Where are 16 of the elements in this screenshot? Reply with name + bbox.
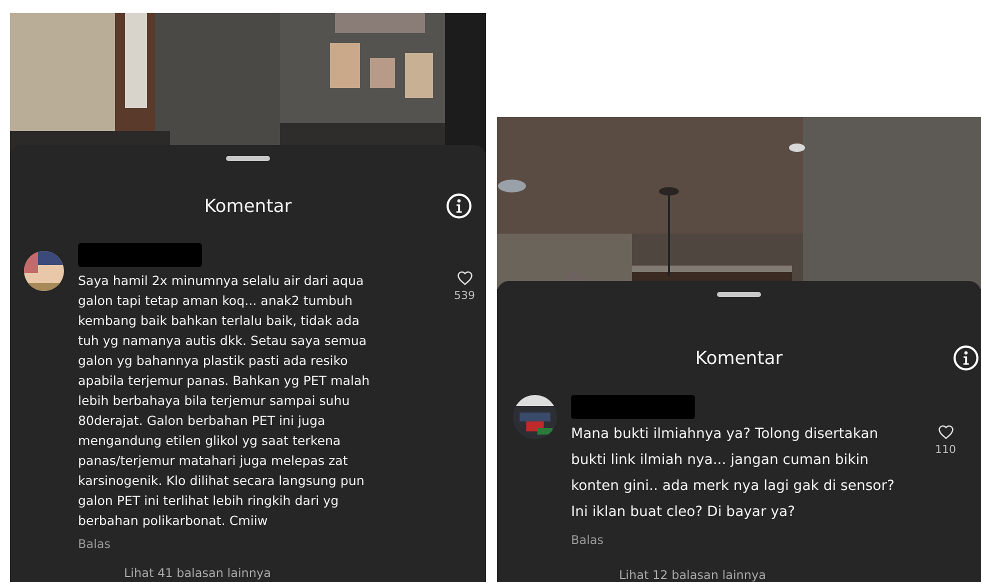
comment-text: Saya hamil 2x minumnya selalu air dari aqua galon tapi tetap aman koq... anak2 tumbuh kembang baik bahkan terlalu baik, tidak ada tuh yg namanya autis dkk. Setau saya semua galon yg bahannya plastik pasti ada resiko apabila terjemur panas. Bahkan yg PET malah lebih berbahaya bila terjemur sampai suhu 80derajat. Galon berbahan PET ini juga mengandung etilen glikol yg saat terkena panas/terjemur matahari juga melepas zat karsinogenik. Klo dilihat secara langsung pun galon PET ini terlihat lebih ringkih dari yg berbahan polikarbonat. Cmiiw: [78, 272, 371, 530]
view-replies-link[interactable]: Lihat 41 balasan lainnya: [124, 566, 271, 580]
comment-text: Mana bukti ilmiahnya ya? Tolong disertakan bukti link ilmiah nya... jangan cuman bikin konten gini.. ada merk nya lagi gak di sensor? Ini iklan buat cleo? Di bayar ya?: [571, 425, 896, 522]
view-replies-link[interactable]: Lihat 12 balasan lainnya: [619, 568, 766, 582]
like-count: 110: [935, 443, 956, 456]
heart-icon[interactable]: [456, 269, 474, 287]
sheet-title: Komentar: [204, 196, 292, 216]
sheet-title: Komentar: [695, 348, 783, 368]
drag-handle[interactable]: [226, 156, 270, 161]
reply-link[interactable]: Balas: [571, 533, 604, 547]
reply-link[interactable]: Balas: [78, 537, 111, 551]
drag-handle[interactable]: [717, 292, 761, 297]
info-icon[interactable]: [953, 345, 979, 371]
like-count: 539: [454, 289, 475, 302]
info-icon[interactable]: [446, 193, 472, 219]
heart-icon[interactable]: [936, 423, 954, 441]
